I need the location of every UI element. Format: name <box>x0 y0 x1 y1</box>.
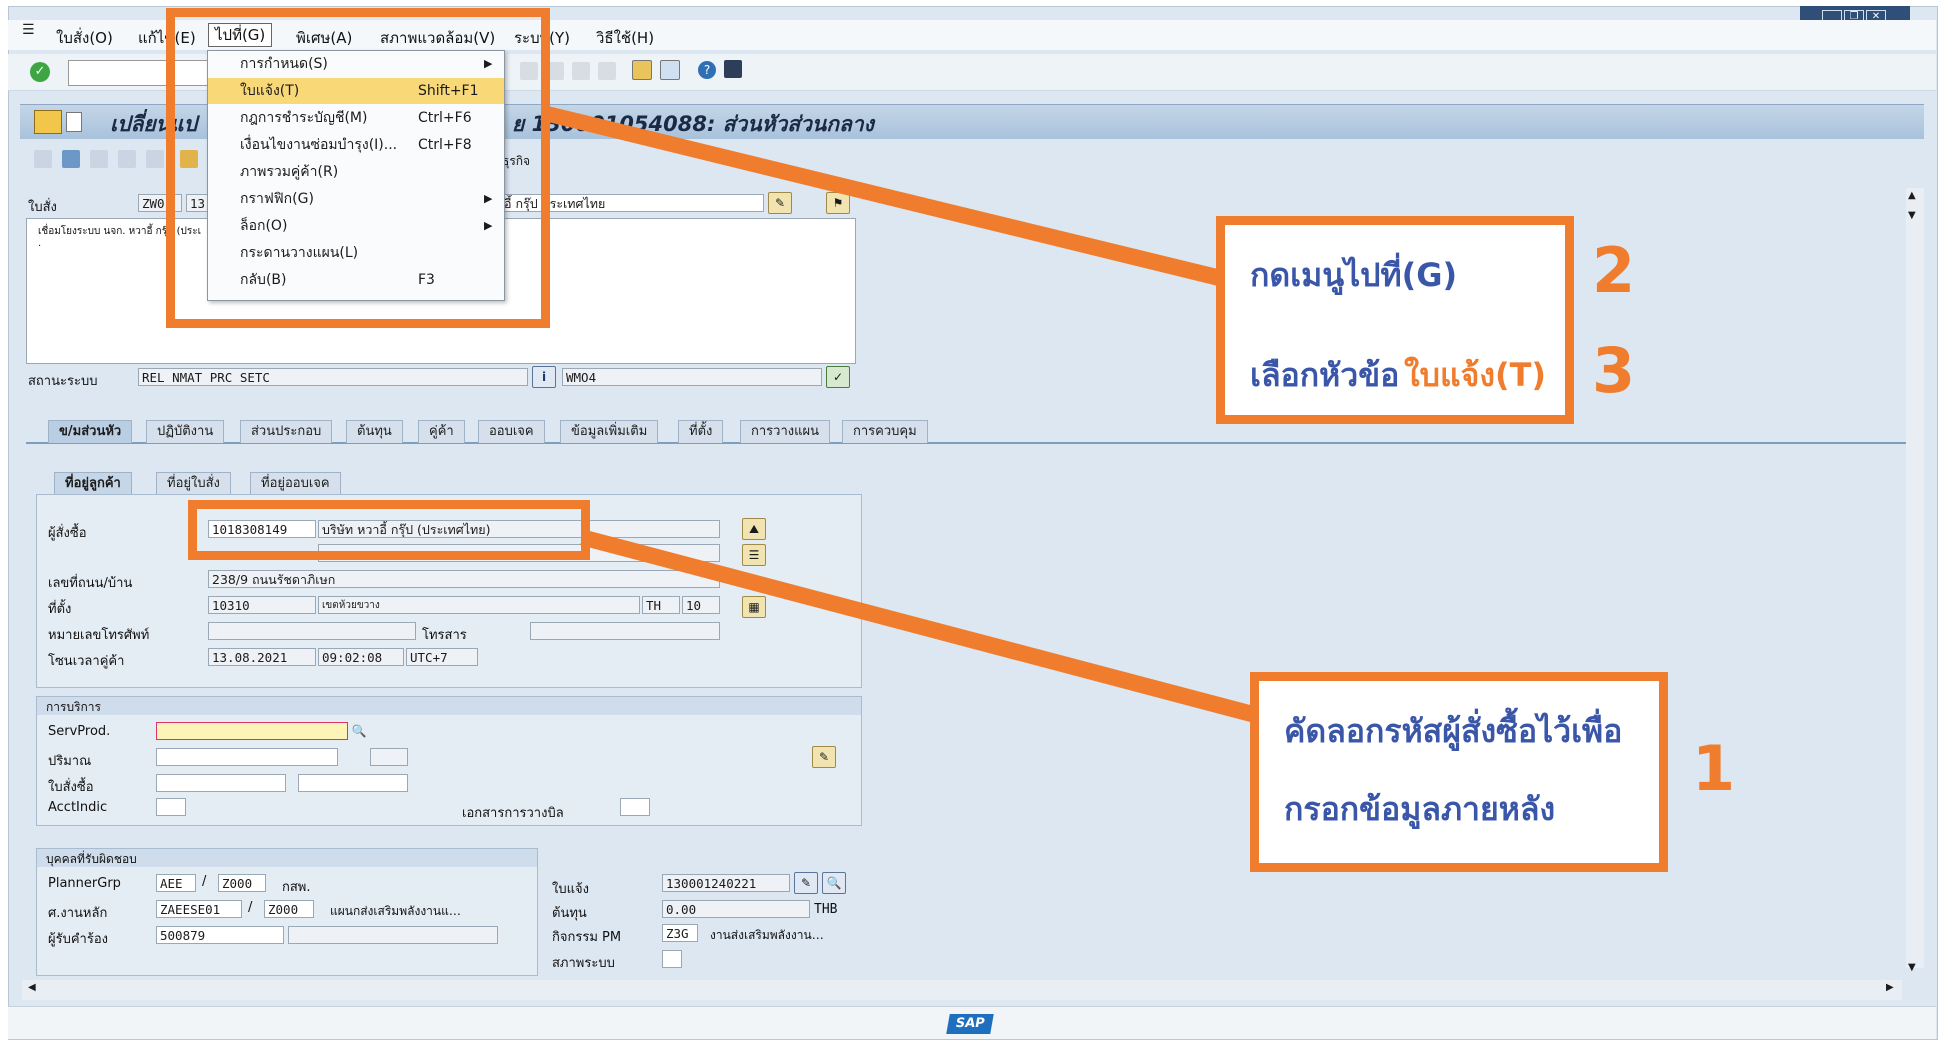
connector-menu <box>540 106 1222 286</box>
highlight-goto-menu <box>166 8 550 328</box>
callout-step2-text: กดเมนูไปที่(G) <box>1250 256 1458 294</box>
callout-step1-line1: คัดลอกรหัสผู้สั่งซื้อไว้เพื่อ <box>1284 712 1623 750</box>
highlight-buyer-code <box>188 500 590 560</box>
step-number-1: 1 <box>1692 732 1736 805</box>
callout-step3-highlight: ใบแจ้ง(T) <box>1404 356 1547 394</box>
step-number-2: 2 <box>1592 234 1636 307</box>
step-number-3: 3 <box>1592 334 1636 407</box>
connector-buyer <box>580 530 1254 722</box>
callout-step-1 <box>1250 672 1668 872</box>
callout-step1-line2: กรอกข้อมูลภายหลัง <box>1284 790 1556 828</box>
callout-step3-prefix: เลือกหัวข้อ <box>1250 356 1400 394</box>
